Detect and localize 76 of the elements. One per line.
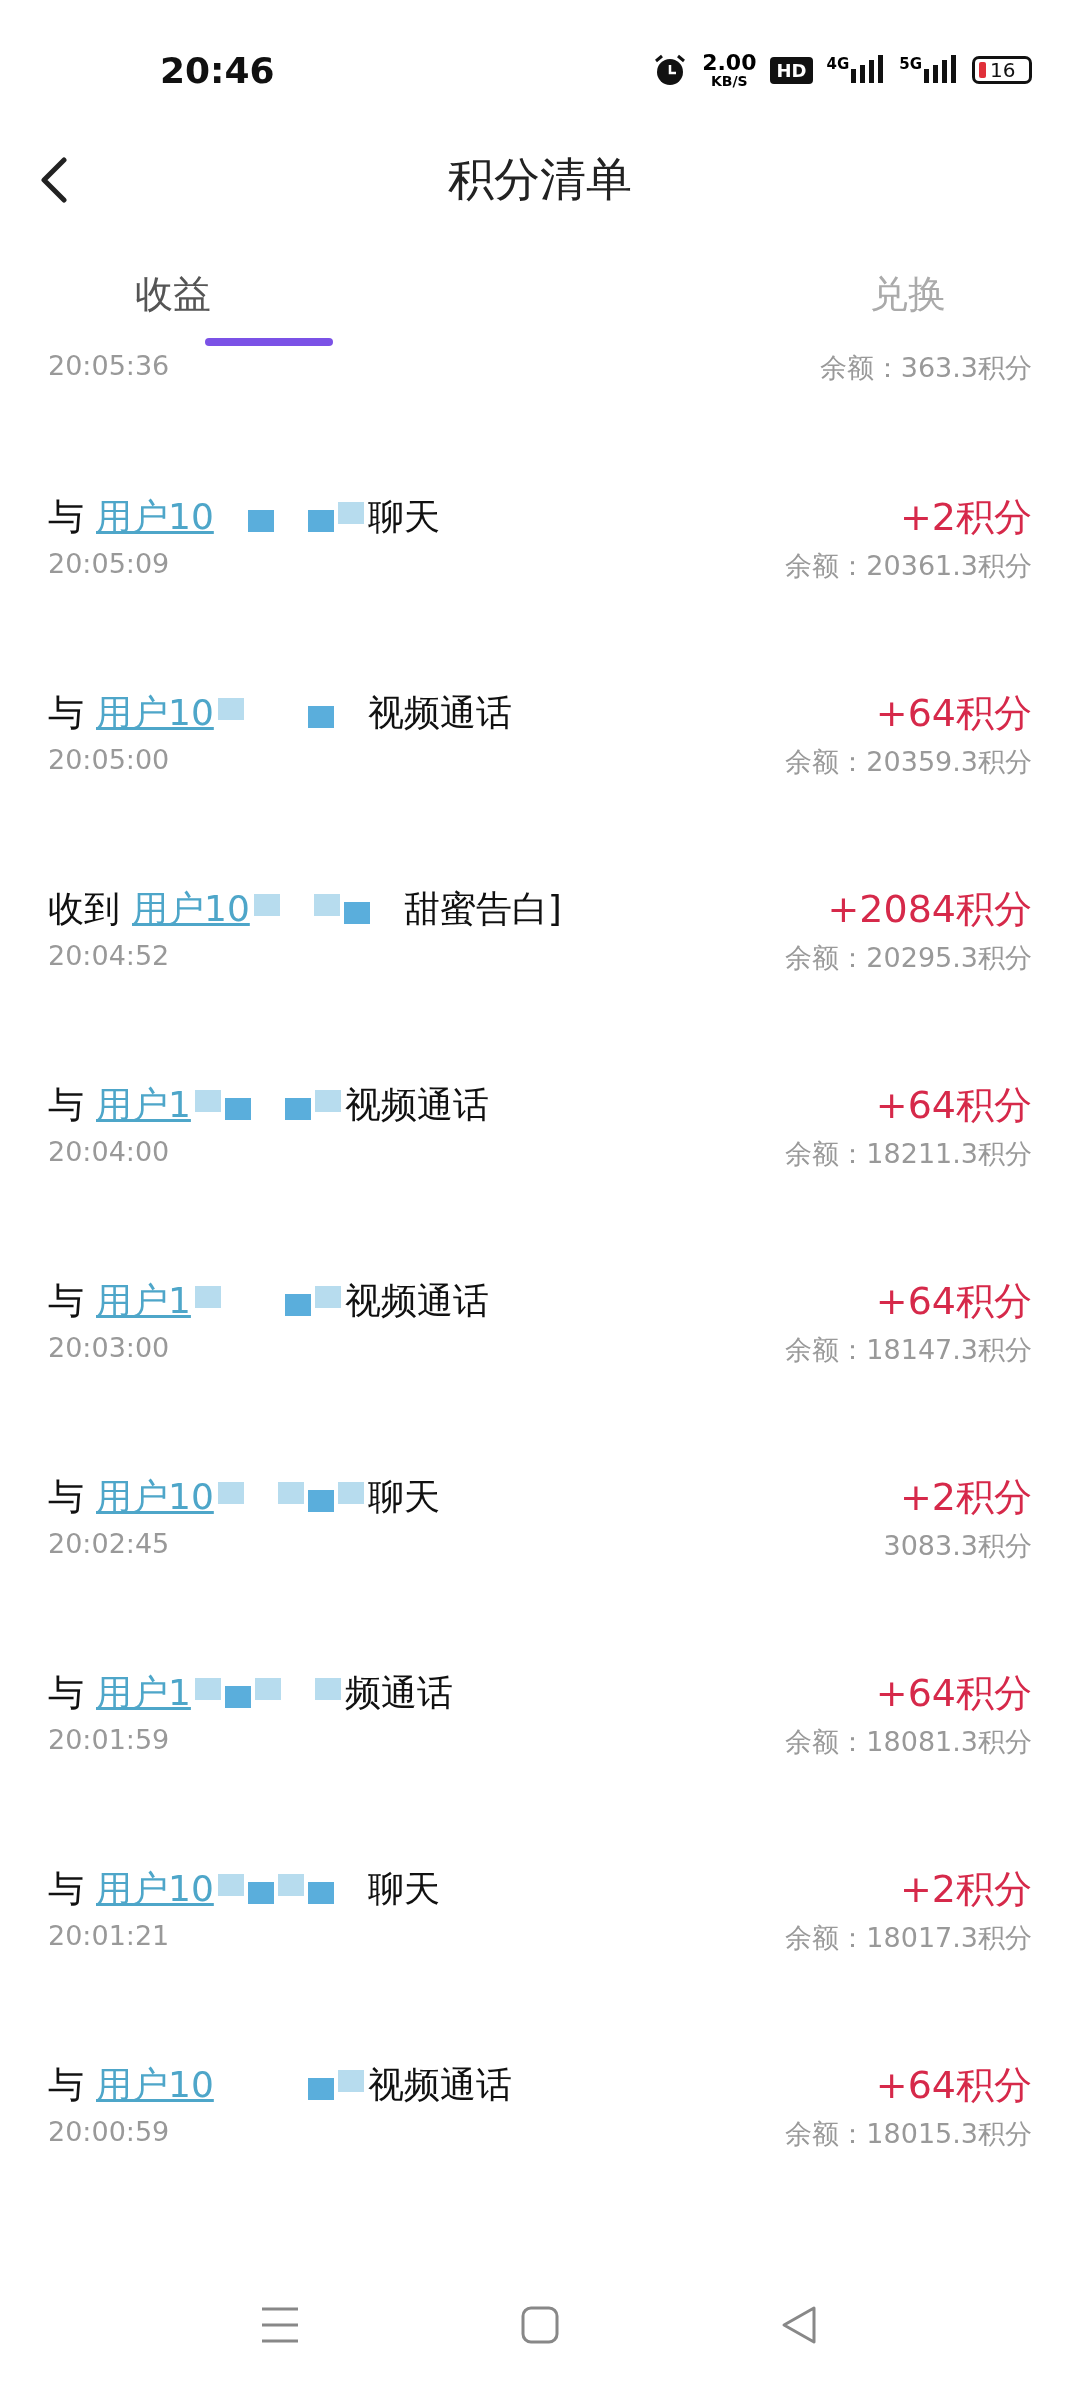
- mosaic-blur: [307, 2070, 364, 2100]
- points-amount: +2积分: [899, 1474, 1032, 1521]
- user-link[interactable]: 用户10: [96, 1472, 214, 1522]
- speed-unit: KB/S: [711, 74, 748, 88]
- record-text: 与: [48, 1278, 84, 1323]
- record-text: 视频通话: [344, 1278, 489, 1323]
- balance-text: 余额：18015.3积分: [785, 2117, 1032, 2151]
- points-amount: +2积分: [899, 1866, 1032, 1913]
- record-text: 聊天: [367, 494, 440, 539]
- user-link[interactable]: 用户1: [96, 1080, 191, 1130]
- record-time: 20:04:52: [48, 940, 171, 971]
- record-text: 与: [48, 1670, 84, 1715]
- points-amount: +64积分: [875, 1278, 1032, 1325]
- balance-text: 余额：20361.3积分: [785, 549, 1032, 583]
- network-speed: 2.00: [702, 52, 757, 74]
- record-text: 收到: [48, 886, 120, 931]
- record-text: 与: [48, 690, 84, 735]
- record-text: 视频通话: [344, 1082, 489, 1127]
- record-time: 20:03:00: [48, 1332, 171, 1363]
- record-time: 20:02:45: [48, 1528, 171, 1559]
- record-text: 频通话: [344, 1670, 453, 1715]
- balance-text: 余额：20295.3积分: [785, 941, 1032, 975]
- points-amount: +2084积分: [827, 886, 1032, 933]
- record-text: 视频通话: [367, 690, 512, 735]
- record-text: 与: [48, 1866, 84, 1911]
- record-time: 20:04:00: [48, 1136, 171, 1167]
- back-button[interactable]: [40, 157, 68, 203]
- network-type: 4G: [826, 55, 850, 73]
- home-square-icon: [520, 2305, 560, 2345]
- record-text: 与: [48, 2062, 84, 2107]
- tab[interactable]: 收益: [0, 220, 535, 350]
- balance-text: 余额：20359.3积分: [785, 745, 1032, 779]
- points-amount: +2积分: [899, 494, 1032, 541]
- record-text: 视频通话: [367, 2062, 512, 2107]
- points-amount: +64积分: [875, 690, 1032, 737]
- record-time: 20:05:36: [48, 350, 170, 383]
- clock-time: 20:46: [160, 49, 275, 91]
- record-time: 20:05:00: [48, 744, 171, 775]
- battery-level: 16: [990, 58, 1016, 82]
- nav-button[interactable]: [260, 2305, 300, 2345]
- signal-icon: [851, 55, 886, 85]
- points-amount: +64积分: [875, 1670, 1032, 1717]
- tab[interactable]: 兑换: [535, 220, 1080, 350]
- user-link[interactable]: 用户1: [96, 1668, 191, 1718]
- record-text: 聊天: [367, 1866, 440, 1911]
- user-link[interactable]: 用户10: [96, 1864, 214, 1914]
- record-time: 20:01:59: [48, 1724, 171, 1755]
- back-chevron-icon: [40, 157, 68, 203]
- record-text: 甜蜜告白]: [403, 886, 562, 931]
- hd-badge: HD: [770, 56, 813, 84]
- signal-icon: [924, 55, 958, 85]
- record-text: 与: [48, 494, 84, 539]
- record-text: 聊天: [367, 1474, 440, 1519]
- nav-button[interactable]: [520, 2305, 560, 2345]
- record-text: 与: [48, 1082, 84, 1127]
- record-time: 20:00:59: [48, 2116, 171, 2147]
- user-link[interactable]: 用户10: [96, 492, 214, 542]
- record-time: 20:05:09: [48, 548, 171, 579]
- network-type: 5G: [899, 55, 922, 73]
- user-link[interactable]: 用户1: [96, 1276, 191, 1326]
- points-amount: +64积分: [875, 2062, 1032, 2109]
- user-link[interactable]: 用户10: [96, 688, 214, 738]
- user-link[interactable]: 用户10: [96, 2060, 214, 2110]
- balance-text: 余额：18211.3积分: [785, 1137, 1032, 1171]
- balance-text: 3083.3积分: [883, 1529, 1032, 1563]
- balance-text: 余额：18081.3积分: [785, 1725, 1032, 1759]
- balance-text: 余额：18147.3积分: [785, 1333, 1032, 1367]
- user-link[interactable]: 用户10: [132, 884, 250, 934]
- balance-text: 余额：363.3积分: [819, 351, 1032, 385]
- points-amount: +64积分: [875, 1082, 1032, 1129]
- record-text: 与: [48, 1474, 84, 1519]
- record-time: 20:01:21: [48, 1920, 171, 1951]
- page-title: 积分清单: [448, 151, 632, 208]
- balance-text: 余额：18017.3积分: [785, 1921, 1032, 1955]
- menu-icon: [260, 2305, 300, 2345]
- battery-level-bar: [979, 62, 986, 78]
